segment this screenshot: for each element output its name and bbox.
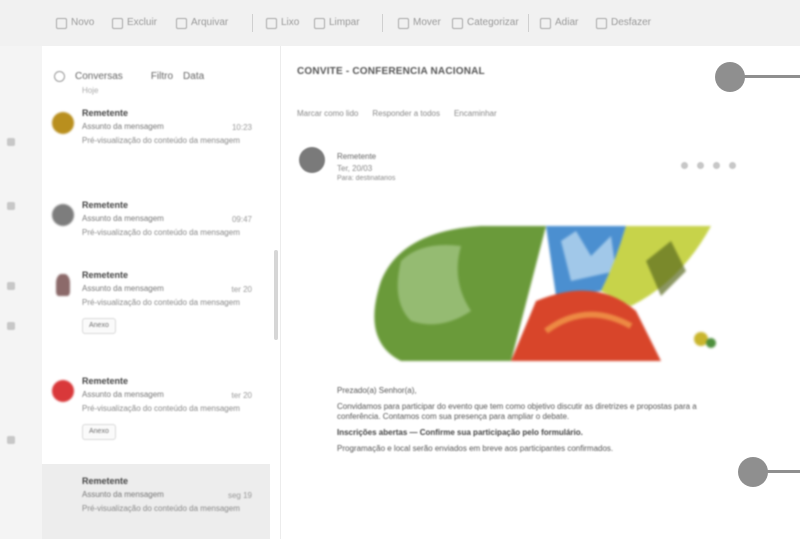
body-paragraph: Prezado(a) Senhor(a),: [337, 386, 417, 395]
undo-icon: [596, 17, 607, 29]
attachment-chip[interactable]: Anexo: [82, 318, 116, 334]
message-list: Conversas Filtro Data Hoje Remetente Ass…: [42, 46, 281, 539]
subject-line: Assunto da mensagem: [82, 214, 164, 223]
timestamp: ter 20: [231, 391, 252, 400]
reply-all-icon[interactable]: [697, 162, 704, 169]
message-list-header: Conversas Filtro Data: [54, 68, 274, 84]
junk-icon: [266, 17, 277, 29]
message-actions: [681, 162, 736, 169]
sender-name: Remetente: [82, 270, 129, 280]
list-item[interactable]: Remetente Assunto da mensagem ter 20 Pré…: [42, 364, 270, 454]
annotation-marker-subject: [715, 62, 745, 92]
sender-avatar: [299, 147, 325, 173]
body-paragraph: Convidamos para participar do evento que…: [337, 402, 697, 421]
message-list-scrollbar[interactable]: [274, 250, 278, 340]
command-toolbar: Novo Excluir Arquivar Lixo Limpar Mover …: [0, 0, 800, 47]
subject-line: Assunto da mensagem: [82, 490, 164, 499]
timestamp: seg 19: [227, 491, 252, 500]
message-preview: Pré-visualização do conteúdo da mensagem: [82, 228, 240, 237]
toolbar-archive-button[interactable]: Arquivar: [176, 16, 228, 30]
reply-all-link[interactable]: Responder a todos: [372, 109, 440, 125]
sort-button[interactable]: Data: [183, 71, 204, 82]
new-mail-icon: [56, 17, 67, 29]
sender-name: Remetente: [82, 108, 129, 118]
list-item-selected[interactable]: Remetente Assunto da mensagem seg 19 Pré…: [42, 464, 270, 539]
message-body: Prezado(a) Senhor(a), Convidamos para pa…: [337, 386, 737, 460]
subject-line: Assunto da mensagem: [82, 390, 164, 399]
toolbar-sweep-button[interactable]: Limpar: [314, 16, 360, 30]
toolbar-snooze-button[interactable]: Adiar: [540, 16, 578, 30]
thread-summary: Marcar como lido Responder a todos Encam…: [297, 109, 777, 125]
forward-icon[interactable]: [713, 162, 720, 169]
toolbar-junk-button[interactable]: Lixo: [266, 16, 299, 30]
navigation-rail: [0, 46, 42, 539]
timestamp: 10:23: [231, 123, 252, 132]
avatar: [56, 274, 70, 296]
message-preview: Pré-visualização do conteúdo da mensagem: [82, 404, 240, 413]
annotation-leader-line: [767, 470, 800, 473]
avatar: [52, 204, 74, 226]
email-banner-image: [361, 221, 741, 366]
annotation-leader-line: [744, 75, 800, 78]
subject-line: Assunto da mensagem: [82, 284, 164, 293]
tag-icon: [452, 17, 463, 29]
body-paragraph-emphasis[interactable]: Inscrições abertas — Confirme sua partic…: [337, 428, 737, 438]
message-preview: Pré-visualização do conteúdo da mensagem: [82, 298, 240, 307]
avatar: [52, 112, 74, 134]
sender-name: Remetente: [82, 376, 129, 386]
sweep-icon: [314, 17, 325, 29]
conversations-tab[interactable]: Conversas: [75, 71, 123, 82]
clock-icon: [540, 17, 551, 29]
body-paragraph: Programação e local serão enviados em br…: [337, 444, 614, 453]
reply-icon[interactable]: [681, 162, 688, 169]
subject-line: Assunto da mensagem: [82, 122, 164, 131]
message-preview: Pré-visualização do conteúdo da mensagem: [82, 136, 240, 145]
more-apps-icon[interactable]: [7, 436, 15, 444]
toolbar-categorize-button[interactable]: Categorizar: [452, 16, 519, 30]
annotation-marker-body: [738, 457, 768, 487]
calendar-icon[interactable]: [7, 202, 15, 210]
sender-name: Remetente: [82, 200, 129, 210]
people-icon[interactable]: [7, 282, 15, 290]
toolbar-delete-button[interactable]: Excluir: [112, 16, 157, 30]
more-options-icon[interactable]: [729, 162, 736, 169]
toolbar-undo-button[interactable]: Desfazer: [596, 16, 651, 30]
timestamp: ter 20: [231, 285, 252, 294]
toolbar-new-button[interactable]: Novo: [56, 16, 94, 30]
select-all-checkbox[interactable]: [54, 70, 65, 82]
message-date: Ter, 20/03: [337, 164, 373, 173]
message-recipients: Para: destinatarios: [337, 175, 396, 182]
delete-icon: [112, 17, 123, 29]
forward-link[interactable]: Encaminhar: [454, 109, 497, 125]
move-icon: [398, 17, 409, 29]
message-subject: CONVITE - CONFERENCIA NACIONAL: [297, 66, 485, 77]
mark-read-link[interactable]: Marcar como lido: [297, 109, 358, 125]
avatar: [52, 380, 74, 402]
tasks-icon[interactable]: [7, 322, 15, 330]
list-item[interactable]: Remetente Assunto da mensagem 10:23 Pré-…: [42, 96, 270, 186]
toolbar-move-button[interactable]: Mover: [398, 16, 441, 30]
filter-button[interactable]: Filtro: [151, 71, 173, 82]
sender-name: Remetente: [82, 476, 129, 486]
message-from[interactable]: Remetente: [337, 152, 376, 161]
timestamp: 09:47: [231, 215, 252, 224]
mail-icon[interactable]: [7, 138, 15, 146]
message-preview: Pré-visualização do conteúdo da mensagem: [82, 504, 240, 513]
reading-pane: CONVITE - CONFERENCIA NACIONAL Marcar co…: [281, 46, 800, 539]
archive-icon: [176, 17, 187, 29]
list-item[interactable]: Remetente Assunto da mensagem ter 20 Pré…: [42, 258, 270, 348]
date-group-label: Hoje: [82, 86, 99, 95]
attachment-chip[interactable]: Anexo: [82, 424, 116, 440]
